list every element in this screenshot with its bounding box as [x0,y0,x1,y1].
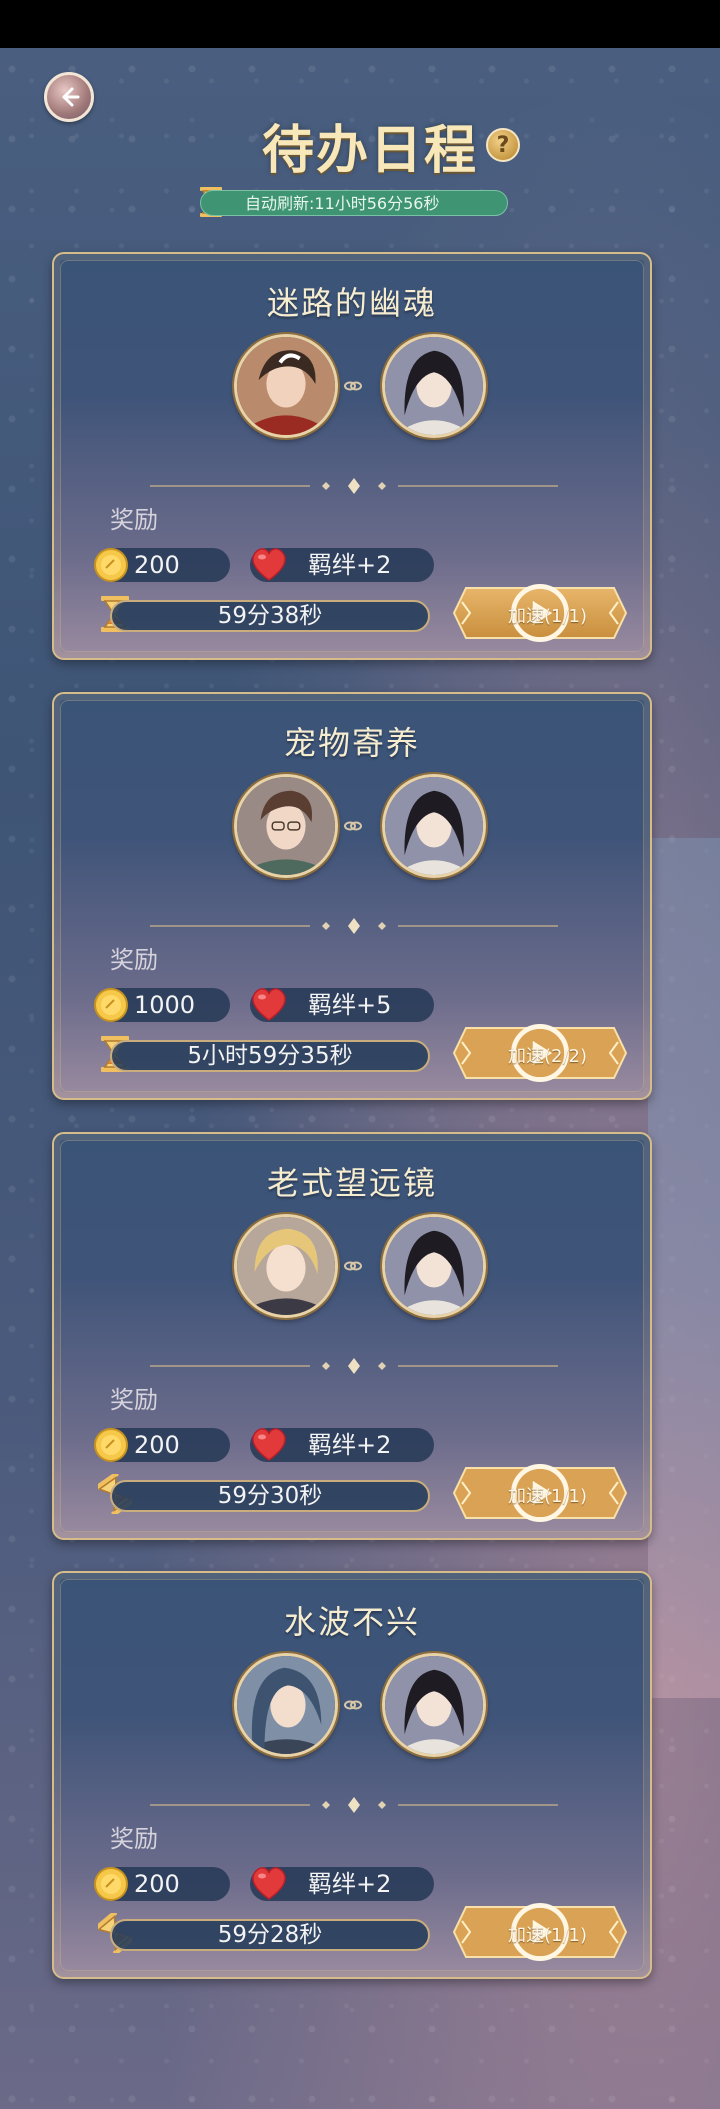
speed-up-label: 加速(2/2) [508,1046,588,1067]
bond-amount: 羁绊+2 [308,1870,392,1898]
coin-amount: 200 [134,551,180,579]
link-icon [344,821,362,831]
coin-amount: 200 [134,1870,180,1898]
character-avatar[interactable] [382,1214,486,1318]
coin-icon [94,1867,128,1901]
speed-up-button[interactable]: 加速(1/1) [452,1464,628,1522]
divider [150,1358,558,1374]
coin-icon [94,1428,128,1462]
link-icon [344,1700,362,1710]
divider [150,918,558,934]
coin-icon [94,548,128,582]
countdown-timer: 59分38秒 [110,600,430,632]
task-title: 迷路的幽魂 [266,284,437,322]
character-avatar[interactable] [234,774,338,878]
link-icon [344,381,362,391]
bond-amount: 羁绊+2 [308,551,392,579]
character-avatar[interactable] [234,1214,338,1318]
background-strip [648,838,720,1698]
back-arrow-icon [62,87,80,107]
bond-reward: 羁绊+2 [250,1428,434,1462]
character-avatar[interactable] [382,774,486,878]
character-avatar[interactable] [234,1653,338,1757]
heart-icon [252,1867,286,1900]
task-card: 迷路的幽魂 奖励 200 羁绊+2 59分38秒 加速(1/1) [52,252,652,660]
bond-reward: 羁绊+2 [250,1867,434,1901]
speed-up-button[interactable]: 加速(2/2) [452,1024,628,1082]
task-card: 水波不兴 奖励 200 羁绊+2 59分28秒 加速(1/1) [52,1571,652,1979]
countdown-timer: 59分30秒 [110,1480,430,1512]
portrait-image [385,1656,483,1754]
portrait-image [385,777,483,875]
portrait-image [237,1656,335,1754]
coin-amount: 200 [134,1431,180,1459]
reward-label: 奖励 [110,1386,158,1414]
coin-reward: 1000 [94,988,230,1022]
speed-up-button[interactable]: 加速(1/1) [452,1903,628,1961]
character-avatar[interactable] [382,1653,486,1757]
divider [150,478,558,494]
heart-icon [252,548,286,581]
countdown-timer: 59分28秒 [110,1919,430,1951]
reward-label: 奖励 [110,946,158,974]
divider [150,1797,558,1813]
countdown-timer: 5小时59分35秒 [110,1040,430,1072]
coin-amount: 1000 [134,991,196,1019]
coin-reward: 200 [94,1428,230,1462]
speed-up-label: 加速(1/1) [508,1925,588,1946]
task-card: 老式望远镜 奖励 200 羁绊+2 59分30秒 加速(1/1) [52,1132,652,1540]
speed-up-button[interactable]: 加速(1/1) [452,584,628,642]
link-icon [344,1261,362,1271]
bond-reward: 羁绊+2 [250,548,434,582]
coin-reward: 200 [94,548,230,582]
page-title: 待办日程 [261,120,478,181]
portrait-image [237,1217,335,1315]
back-button[interactable] [44,72,94,122]
auto-refresh-timer: 自动刷新:11小时56分56秒 [200,190,508,216]
help-button[interactable]: ? [486,128,520,162]
bond-amount: 羁绊+2 [308,1431,392,1459]
task-title: 水波不兴 [283,1603,420,1641]
heart-icon [252,1428,286,1461]
portrait-image [385,337,483,435]
heart-icon [252,988,286,1021]
task-card: 宠物寄养 奖励 1000 羁绊+5 5小时59分35秒 加速(2/2) [52,692,652,1100]
reward-label: 奖励 [110,506,158,534]
coin-icon [94,988,128,1022]
bond-amount: 羁绊+5 [308,991,392,1019]
reward-label: 奖励 [110,1825,158,1853]
task-title: 老式望远镜 [266,1164,437,1202]
task-title: 宠物寄养 [283,724,420,762]
character-avatar[interactable] [234,334,338,438]
coin-reward: 200 [94,1867,230,1901]
character-avatar[interactable] [382,334,486,438]
speed-up-label: 加速(1/1) [508,1486,588,1507]
bond-reward: 羁绊+5 [250,988,434,1022]
portrait-image [237,777,335,875]
speed-up-label: 加速(1/1) [508,606,588,627]
portrait-image [385,1217,483,1315]
portrait-image [237,337,335,435]
